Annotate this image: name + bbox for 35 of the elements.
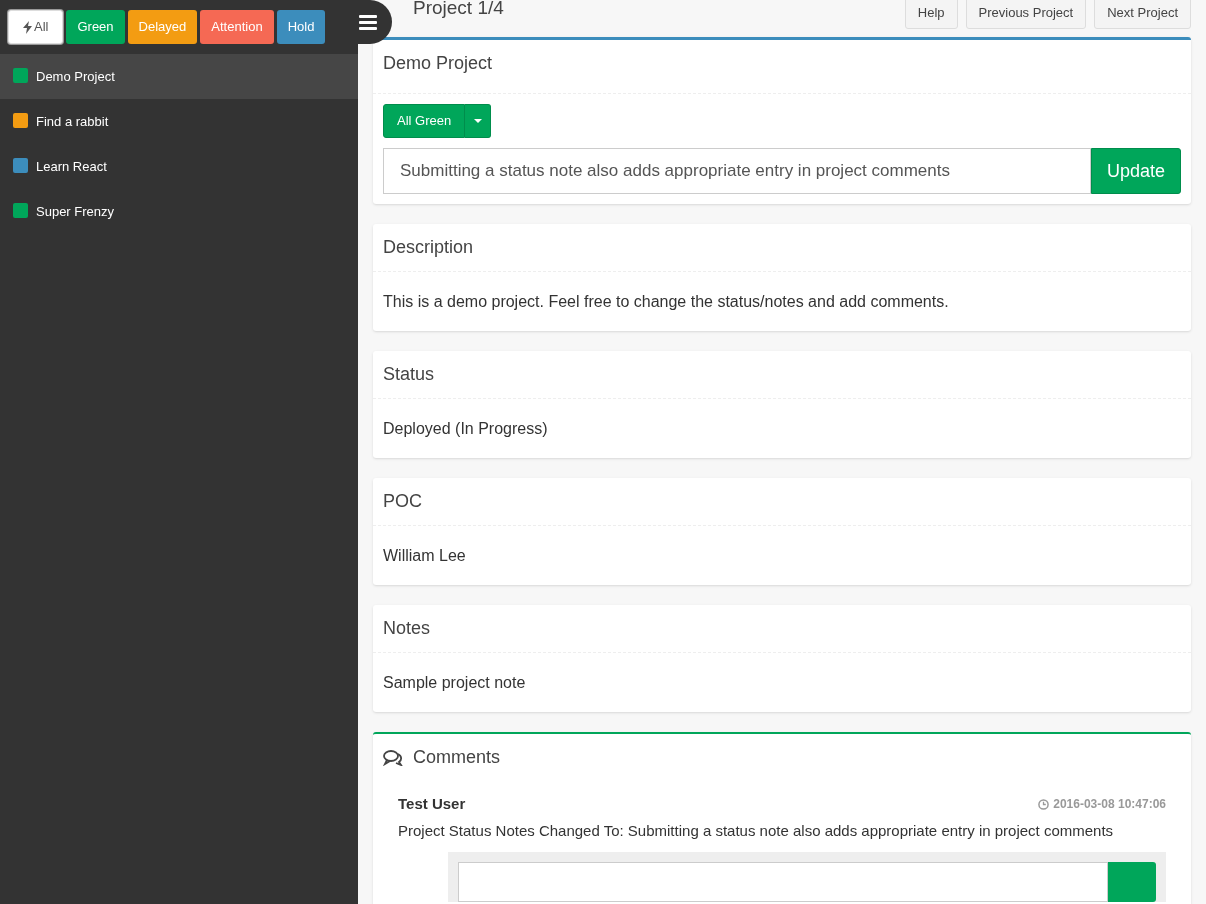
card-text: Sample project note [382,673,527,693]
lightning-icon [23,20,32,34]
comment-time: 2016-03-08 10:47:06 [1053,796,1166,814]
card-title: Comments [413,746,501,769]
dropdown-toggle[interactable] [465,104,492,138]
card-text: William Lee [382,546,467,566]
menu-icon [359,14,377,30]
caret-icon [473,119,482,123]
project-item[interactable]: Find a rabbit [0,99,358,144]
card-title: Notes [373,605,1191,653]
status-note-field[interactable]: Submitting a status note also adds appropriate entry in project comments [383,148,1091,194]
card-text: Deployed (In Progress) [382,419,549,439]
card-text: This is a demo project. Feel free to change the status/notes and add comments. [382,292,950,312]
project-name: Learn React [36,157,107,176]
filter-button[interactable]: All [8,10,64,44]
project-item[interactable]: Super Frenzy [0,189,358,234]
nav-button[interactable]: Previous Project [965,0,1087,29]
project-name: Super Frenzy [36,202,115,221]
speech-bubbles-icon [383,749,403,766]
project-name: Find a rabbit [36,112,109,131]
card-title: Demo Project [373,40,1191,94]
filter-button[interactable]: Hold [276,10,326,44]
reply-field[interactable] [458,862,1108,902]
nav-button[interactable]: Next Project [1094,0,1191,29]
comment-author: Test User [398,794,466,814]
clock-icon [1038,798,1050,810]
project-item[interactable]: Learn React [0,144,358,189]
project-item[interactable]: Demo Project [0,54,358,99]
project-name: Demo Project [36,67,115,86]
nav-button[interactable]: Help [904,0,958,29]
page-title: Project 1/4 [413,0,504,21]
comment-text: Project Status Notes Changed To: Submitting a status note also adds appropriate entry in project comments [398,820,1115,841]
card-title: POC [373,478,1191,526]
card-title: Description [373,224,1191,272]
card-title: Status [373,351,1191,399]
